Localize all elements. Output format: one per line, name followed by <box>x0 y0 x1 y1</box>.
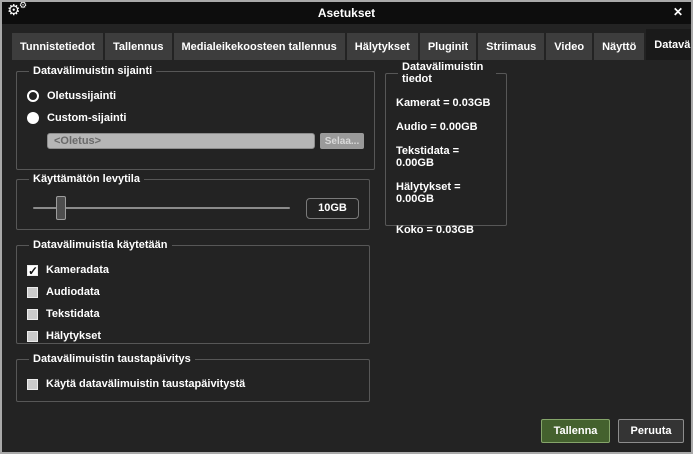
disk-space-value: 10GB <box>306 198 359 219</box>
custom-path-row: Selaa... <box>47 133 364 149</box>
text-data-checkbox[interactable] <box>27 309 38 320</box>
default-location-radio-row[interactable]: Oletussijainti <box>27 87 364 105</box>
cancel-button[interactable]: Peruuta <box>618 419 684 443</box>
tab-medialeikekoosteen-tallennus[interactable]: Medialeikekoosteen tallennus <box>174 33 345 60</box>
alarms-data-label: Hälytykset <box>46 330 101 342</box>
tab-pluginit[interactable]: Pluginit <box>420 33 476 60</box>
text-data-label: Tekstidata <box>46 308 100 320</box>
text-size-value: Tekstidata = 0.00GB <box>396 145 496 169</box>
cache-info-group: Datavälimuistin tiedot Kamerat = 0.03GB … <box>385 61 507 226</box>
disk-space-slider-row: 10GB <box>27 196 359 220</box>
background-update-group: Datavälimuistin taustapäivitys Käytä dat… <box>16 353 370 402</box>
unused-disk-space-group: Käyttämätön levytila 10GB <box>16 173 370 230</box>
camera-data-checkbox[interactable] <box>27 265 38 276</box>
tab-video[interactable]: Video <box>546 33 592 60</box>
unused-disk-space-group-title: Käyttämätön levytila <box>29 173 144 185</box>
audio-data-label: Audiodata <box>46 286 100 298</box>
background-update-checkbox[interactable] <box>27 379 38 390</box>
camera-data-row[interactable]: Kameradata <box>27 261 359 279</box>
cache-info-group-title: Datavälimuistin tiedot <box>398 61 496 85</box>
default-location-radio[interactable] <box>27 90 39 102</box>
tab-tunnistetiedot[interactable]: Tunnistetiedot <box>12 33 103 60</box>
custom-path-input[interactable] <box>47 133 315 149</box>
cache-usage-group-title: Datavälimuistia käytetään <box>29 239 172 251</box>
alarms-data-checkbox[interactable] <box>27 331 38 342</box>
camera-data-label: Kameradata <box>46 264 109 276</box>
tab-naytto[interactable]: Näyttö <box>594 33 644 60</box>
cache-location-group-title: Datavälimuistin sijainti <box>29 65 156 77</box>
cache-location-group: Datavälimuistin sijainti Oletussijainti … <box>16 65 375 170</box>
close-icon[interactable]: ✕ <box>673 6 683 18</box>
tab-datavalimuisti[interactable]: Datavälimuisti <box>646 29 693 60</box>
cache-usage-group: Datavälimuistia käytetään Kameradata Aud… <box>16 239 370 344</box>
custom-location-label: Custom-sijainti <box>47 112 126 124</box>
save-button[interactable]: Tallenna <box>541 419 610 443</box>
cameras-size-value: Kamerat = 0.03GB <box>396 97 496 109</box>
total-size-value: Koko = 0.03GB <box>396 224 496 236</box>
dialog-title: Asetukset <box>2 6 691 20</box>
custom-location-radio-row[interactable]: Custom-sijainti <box>27 109 364 127</box>
audio-data-checkbox[interactable] <box>27 287 38 298</box>
audio-size-value: Audio = 0.00GB <box>396 121 496 133</box>
disk-space-slider-track[interactable] <box>33 196 290 220</box>
settings-dialog: ⚙ ⚙ Asetukset ✕ Tunnistetiedot Tallennus… <box>0 0 693 454</box>
text-data-row[interactable]: Tekstidata <box>27 305 359 323</box>
background-update-row[interactable]: Käytä datavälimuistin taustapäivitystä <box>27 375 359 393</box>
tab-halytykset[interactable]: Hälytykset <box>347 33 418 60</box>
titlebar: ⚙ ⚙ Asetukset ✕ <box>2 2 691 24</box>
tab-tallennus[interactable]: Tallennus <box>105 33 172 60</box>
alarms-data-row[interactable]: Hälytykset <box>27 327 359 345</box>
disk-space-slider-handle[interactable] <box>56 196 66 220</box>
audio-data-row[interactable]: Audiodata <box>27 283 359 301</box>
tab-bar: Tunnistetiedot Tallennus Medialeikekoost… <box>12 29 693 60</box>
slider-line <box>33 207 290 209</box>
background-update-group-title: Datavälimuistin taustapäivitys <box>29 353 195 365</box>
default-location-label: Oletussijainti <box>47 90 116 102</box>
browse-button[interactable]: Selaa... <box>320 133 364 149</box>
tab-striimaus[interactable]: Striimaus <box>478 33 544 60</box>
background-update-label: Käytä datavälimuistin taustapäivitystä <box>46 378 245 390</box>
alarms-size-value: Hälytykset = 0.00GB <box>396 181 496 205</box>
custom-location-radio[interactable] <box>27 112 39 124</box>
